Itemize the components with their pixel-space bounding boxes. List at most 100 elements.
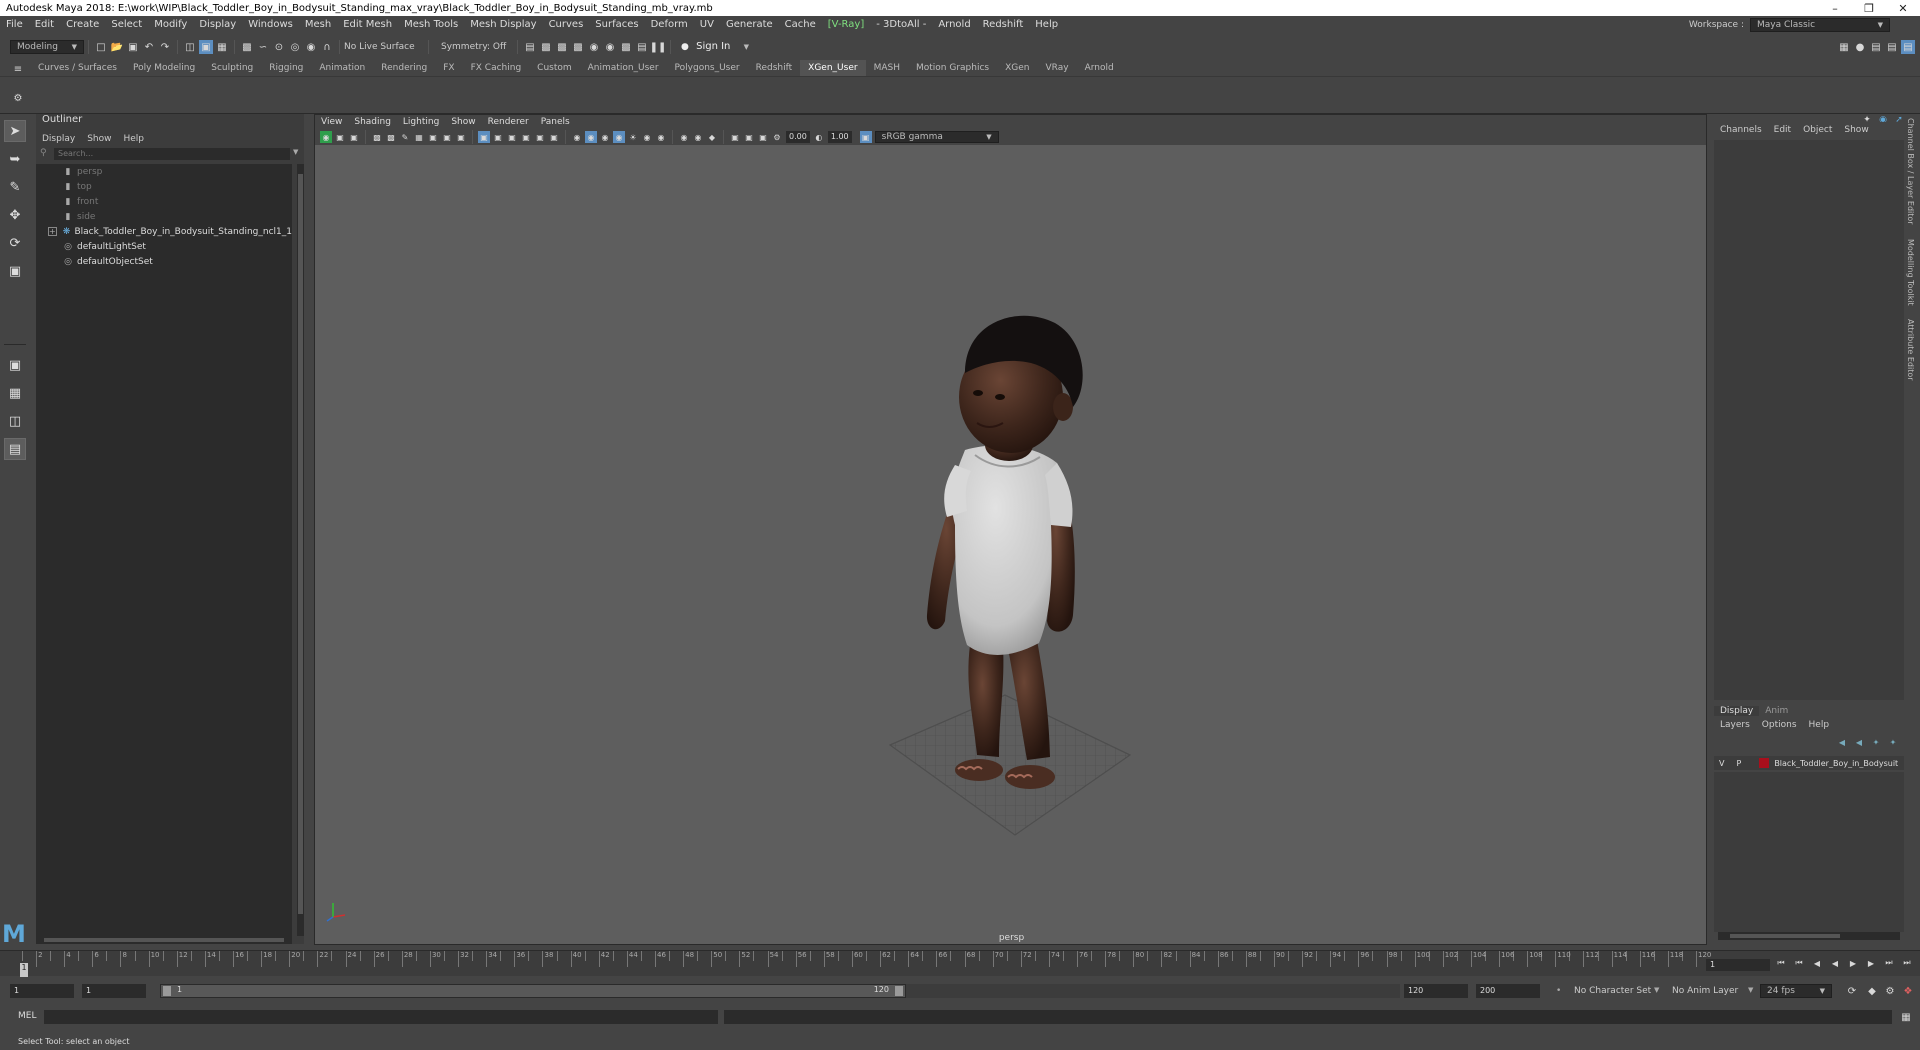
menu-curves[interactable]: Curves [543,16,590,34]
menu-mesh[interactable]: Mesh [299,16,337,34]
color-management-icon[interactable]: ▣ [859,131,872,143]
outliner-search-input[interactable]: Search... [54,148,290,160]
menu-create[interactable]: Create [60,16,105,34]
new-layer-icon[interactable]: ✦ [1870,736,1882,748]
menu-select[interactable]: Select [105,16,148,34]
animation-end-field[interactable]: 200 [1476,984,1540,998]
sound-icon[interactable]: ❖ [1901,984,1915,998]
select-component-icon[interactable]: ▦ [215,40,229,54]
lasso-tool-icon[interactable]: ➥ [4,148,26,170]
wireframe-on-shaded-icon[interactable]: ▣ [506,131,518,143]
channel-box-menu-edit[interactable]: Edit [1774,125,1791,135]
select-hierarchy-icon[interactable]: ◫ [183,40,197,54]
gamma-field[interactable]: 1.00 [827,131,852,143]
resolution-gate-icon[interactable]: ▣ [441,131,453,143]
layer-menu-options[interactable]: Options [1756,720,1803,730]
outliner-vertical-scrollbar[interactable] [297,164,304,936]
hud-icon[interactable]: ▣ [729,131,741,143]
scrollbar-thumb[interactable] [298,174,303,914]
shelf-tab[interactable]: VRay [1038,60,1077,76]
outliner-menu-show[interactable]: Show [87,134,111,144]
menu-modify[interactable]: Modify [148,16,193,34]
live-surface-label[interactable]: No Live Surface [344,42,424,52]
time-ticks[interactable]: 2 4 6 8 10 12 14 16 18 20 22 24 26 28 30 32 34 36 38 40 42 44… [22,951,1711,977]
grease-pencil-icon[interactable]: ✎ [399,131,411,143]
shelf-options-icon[interactable]: ⚙ [11,91,25,105]
shelf-tab[interactable]: Polygons_User [667,60,748,76]
time-slider[interactable]: 2 4 6 8 10 12 14 16 18 20 22 24 26 28 30 32 34 36 38 40 42 44… [0,950,1920,977]
snap-grid-icon[interactable]: ▩ [240,40,254,54]
undo-icon[interactable]: ↶ [142,40,156,54]
restore-icon[interactable]: ❐ [1852,0,1886,16]
select-object-icon[interactable]: ▣ [199,40,213,54]
menu-help[interactable]: Help [1029,16,1064,34]
shelf-tab[interactable]: Poly Modeling [125,60,203,76]
two-d-pan-icon[interactable]: ▩ [385,131,397,143]
shelf-tab[interactable]: Animation_User [580,60,667,76]
modeling-toolkit-icon[interactable]: ▦ [1837,40,1851,54]
rotate-tool-icon[interactable]: ⟳ [4,232,26,254]
menu-mesh-tools[interactable]: Mesh Tools [398,16,464,34]
film-gate-icon[interactable]: ▣ [427,131,439,143]
sign-in-button[interactable]: ● Sign In ▼ [675,40,755,54]
shelf-tab[interactable]: Redshift [748,60,801,76]
tree-item-default-object-set[interactable]: ◎ defaultObjectSet [36,254,292,269]
tab-anim[interactable]: Anim [1759,706,1794,716]
outliner-layout-icon[interactable]: ▤ [4,438,26,460]
render-sequence-icon[interactable]: ▩ [555,40,569,54]
layer-name[interactable]: Black_Toddler_Boy_in_Bodysuit [1774,759,1898,768]
ambient-occlusion-icon[interactable]: ☀ [627,131,639,143]
outliner-horizontal-scrollbar[interactable] [36,936,292,944]
move-layer-down-icon[interactable]: ◀ [1853,736,1865,748]
minimize-icon[interactable]: – [1818,0,1852,16]
ipr-render-icon[interactable]: ▩ [571,40,585,54]
tree-item-toddler[interactable]: + ❋ Black_Toddler_Boy_in_Bodysuit_Standi… [36,224,292,239]
shadows-icon[interactable]: ◉ [613,131,625,143]
menu-set-dropdown[interactable]: Modeling ▼ [10,40,84,54]
menu-windows[interactable]: Windows [242,16,299,34]
hypershade-icon[interactable]: ◉ [603,40,617,54]
layer-visibility-toggle[interactable]: V [1719,759,1724,768]
render-settings-icon[interactable]: ◉ [587,40,601,54]
shelf-tab[interactable]: FX [435,60,462,76]
paint-select-tool-icon[interactable]: ✎ [4,176,26,198]
viewport-menu-renderer[interactable]: Renderer [488,117,529,127]
tab-display[interactable]: Display [1714,706,1760,716]
side-tab-channel-box[interactable]: Channel Box / Layer Editor [1906,118,1915,225]
step-back-key-icon[interactable]: ⏮ [1793,957,1805,969]
layer-playback-toggle[interactable]: P [1736,759,1741,768]
range-start-handle[interactable] [163,986,171,996]
workspace-dropdown[interactable]: Maya Classic ▼ [1750,18,1890,32]
exposure-icon[interactable]: ⚙ [771,131,783,143]
texture-display-icon[interactable]: ◉ [585,131,597,143]
new-layer-selected-icon[interactable]: ✦ [1887,736,1899,748]
animation-start-field[interactable]: 1 [10,984,74,998]
channel-box-menu-show[interactable]: Show [1844,125,1868,135]
viewport-menu-panels[interactable]: Panels [541,117,570,127]
range-end-handle[interactable] [895,986,903,996]
chevron-down-icon[interactable]: ▼ [1748,986,1753,994]
xray-joints-icon[interactable]: ◉ [692,131,704,143]
shelf-tab[interactable]: Arnold [1077,60,1122,76]
snap-live-icon[interactable]: ◉ [304,40,318,54]
attribute-editor-icon[interactable]: ▤ [1869,40,1883,54]
menu-file[interactable]: File [0,16,29,34]
render-frame-icon[interactable]: ▩ [539,40,553,54]
save-scene-icon[interactable]: ▣ [126,40,140,54]
color-space-dropdown[interactable]: sRGB gamma ▼ [874,131,999,143]
expand-icon[interactable]: + [48,227,57,236]
construction-history-icon[interactable]: ▤ [523,40,537,54]
outliner-menu-help[interactable]: Help [123,134,144,144]
light-editor-icon[interactable]: ▤ [635,40,649,54]
channel-box-menu-object[interactable]: Object [1803,125,1832,135]
menu-redshift[interactable]: Redshift [977,16,1030,34]
loop-icon[interactable]: ⟳ [1845,984,1859,998]
viewport-menu-lighting[interactable]: Lighting [403,117,439,127]
lock-camera-icon[interactable]: ▣ [334,131,346,143]
select-camera-icon[interactable]: ◉ [320,131,332,143]
go-to-end-icon[interactable]: ⏭ [1901,957,1913,969]
anti-aliasing-icon[interactable]: ◉ [655,131,667,143]
layer-row[interactable]: V P Black_Toddler_Boy_in_Bodysuit [1714,756,1904,770]
use-all-lights-icon[interactable]: ◉ [599,131,611,143]
playback-end-field[interactable]: 120 [1404,984,1468,998]
